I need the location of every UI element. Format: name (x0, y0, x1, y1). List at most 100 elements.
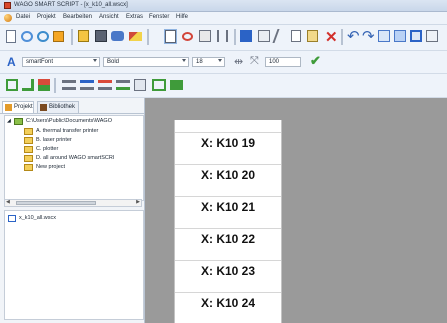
scroll-left-icon[interactable]: ◀ (6, 199, 10, 205)
folder-icon (24, 137, 33, 144)
tab-library-label: Bibliothek (49, 104, 76, 110)
scroll-right-icon[interactable]: ▶ (136, 199, 140, 205)
check-icon[interactable]: ✔ (310, 53, 321, 69)
tree-item-label: New project (36, 164, 66, 170)
paste-icon[interactable] (307, 30, 318, 42)
separator (71, 29, 73, 45)
scroll-thumb[interactable] (16, 201, 96, 205)
scale-icon[interactable]: ⤧ (250, 55, 259, 68)
document-canvas[interactable]: X: K10 19 X: K10 20 X: K10 21 X: K10 22 … (145, 98, 447, 323)
print-icon[interactable] (129, 32, 142, 41)
folder-icon (14, 118, 23, 125)
label-item[interactable]: X: K10 19 (175, 132, 281, 153)
separator (234, 29, 236, 45)
globe-icon[interactable] (4, 14, 12, 22)
tab-project-label: Projekt (14, 104, 33, 110)
chevron-down-icon (93, 59, 97, 62)
menu-fenster[interactable]: Fenster (149, 14, 169, 20)
main-toolbar: ✕ ↶ ↷ (0, 25, 447, 51)
folder-icon (24, 164, 33, 171)
label-strip: X: K10 19 X: K10 20 X: K10 21 X: K10 22 … (174, 120, 282, 323)
insert-row-icon[interactable] (80, 80, 94, 90)
weight-value: Bold (107, 59, 120, 65)
zoom-icon[interactable] (182, 32, 193, 41)
table-add-icon[interactable] (170, 80, 183, 90)
tab-library[interactable]: Bibliothek (37, 101, 79, 113)
label-item[interactable]: X: K10 22 (175, 228, 281, 249)
move-row-icon[interactable] (116, 80, 130, 90)
library-icon (40, 104, 47, 111)
tab-project[interactable]: Projekt (2, 101, 34, 113)
menu-datei[interactable]: Datei (16, 14, 30, 20)
menu-ansicht[interactable]: Ansicht (99, 14, 119, 20)
label-item[interactable]: X: K10 24 (175, 292, 281, 313)
label-item[interactable]: X: K10 23 (175, 260, 281, 281)
project-panel: Projekt Bibliothek ◢ C:\Users\Public\Doc… (0, 98, 145, 323)
filter-icon[interactable] (38, 79, 50, 91)
zoom-field[interactable]: 100 (265, 57, 301, 67)
weight-select[interactable]: Bold (103, 57, 189, 67)
file-label: x_k10_all.wscx (19, 215, 56, 221)
size-value: 18 (196, 59, 203, 65)
merge-icon[interactable] (152, 79, 166, 91)
open-icon[interactable] (21, 31, 33, 42)
label-item[interactable]: X: K10 21 (175, 196, 281, 217)
pointer-icon[interactable] (165, 30, 176, 43)
font-value: smartFont (26, 59, 54, 65)
save-icon[interactable] (95, 30, 107, 42)
font-select[interactable]: smartFont (22, 57, 100, 67)
document-icon (8, 215, 16, 222)
grid-icon[interactable] (240, 30, 252, 42)
format-toolbar: A smartFont Bold 18 ⇹ ⤧ 100 ✔ (0, 51, 447, 74)
menu-bar: Datei Projekt Bearbeiten Ansicht Extras … (0, 12, 447, 25)
search-icon[interactable] (37, 31, 49, 42)
separator (54, 78, 56, 93)
tree-scrollbar[interactable]: ◀ ▶ (4, 199, 142, 207)
panel-icon[interactable] (410, 30, 422, 42)
view-icon[interactable] (426, 30, 438, 42)
folder-icon (24, 146, 33, 153)
folder-icon (24, 155, 33, 162)
align-icon[interactable] (62, 80, 76, 90)
tree-icon[interactable] (22, 79, 34, 91)
window-icon[interactable] (378, 30, 390, 42)
panel-tabs: Projekt Bibliothek (0, 98, 144, 114)
label-item[interactable]: X: K10 20 (175, 164, 281, 185)
chevron-down-icon (218, 59, 222, 62)
char-spacing-icon[interactable]: ⇹ (234, 55, 243, 68)
size-select[interactable]: 18 (192, 57, 225, 67)
tree-item-label: A. thermal transfer printer (36, 128, 99, 134)
export-icon[interactable] (78, 30, 89, 42)
tree-item-label: B. laser printer (36, 137, 72, 143)
delete-row-icon[interactable] (98, 80, 112, 90)
tree-item-label: D. all around WAGO smartSCRI (36, 155, 115, 161)
collapse-icon[interactable]: ◢ (7, 117, 11, 126)
menu-projekt[interactable]: Projekt (37, 14, 56, 20)
menu-extras[interactable]: Extras (126, 14, 143, 20)
folder-open-icon[interactable] (53, 31, 64, 42)
crop-icon[interactable] (199, 30, 211, 42)
layout-icon[interactable] (394, 30, 406, 42)
window-title: WAGO SMART SCRIPT - [x_k10_all.wscx] (14, 2, 128, 8)
project-tree[interactable]: ◢ C:\Users\Public\Documents\WAGO A. ther… (4, 115, 144, 201)
cloud-icon[interactable] (111, 31, 124, 41)
menu-bearbeiten[interactable]: Bearbeiten (63, 14, 92, 20)
app-icon (4, 2, 11, 9)
tree-item-label: C. plotter (36, 146, 59, 152)
text-icon[interactable]: A (7, 55, 16, 69)
copy-icon[interactable] (291, 30, 301, 42)
file-list[interactable]: x_k10_all.wscx (4, 210, 144, 320)
table-icon[interactable] (258, 30, 270, 42)
separator (341, 29, 343, 45)
group-icon[interactable] (134, 79, 146, 91)
delete-icon[interactable]: ✕ (325, 28, 338, 46)
columns-icon[interactable] (217, 30, 228, 42)
menu-hilfe[interactable]: Hilfe (176, 14, 188, 20)
undo-icon[interactable]: ↶ (347, 27, 360, 45)
cut-icon[interactable] (272, 29, 288, 43)
chevron-down-icon (182, 59, 186, 62)
network-icon[interactable] (6, 79, 18, 91)
tree-root-label: C:\Users\Public\Documents\WAGO (26, 118, 112, 124)
new-document-icon[interactable] (6, 30, 16, 43)
redo-icon[interactable]: ↷ (362, 27, 375, 45)
